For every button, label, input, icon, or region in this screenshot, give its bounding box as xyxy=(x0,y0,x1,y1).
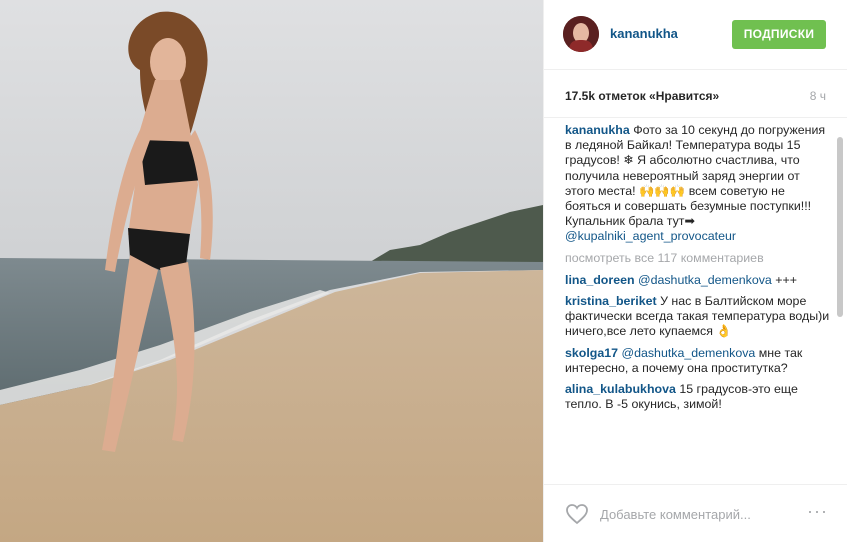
comment-item: kristina_beriket У нас в Балтийском море… xyxy=(565,294,830,340)
post-footer: Добавьте комментарий... ··· xyxy=(544,484,847,542)
likes-count[interactable]: 17.5k отметок «Нравится» xyxy=(565,89,719,103)
comments-scrollbar[interactable] xyxy=(837,123,843,481)
comment-item: lina_doreen @dashutka_demenkova +++ xyxy=(565,273,830,288)
comment-username[interactable]: lina_doreen xyxy=(565,273,635,287)
comment-mention[interactable]: @dashutka_demenkova xyxy=(638,273,772,287)
caption-emoji: 🙌🙌🙌 xyxy=(638,183,686,198)
post-photo[interactable] xyxy=(0,0,543,542)
avatar-image xyxy=(563,16,599,52)
comment-text: +++ xyxy=(771,272,797,287)
post-caption: kananukha Фото за 10 секунд до погружени… xyxy=(565,123,830,245)
avatar[interactable] xyxy=(563,16,599,52)
caption-username[interactable]: kananukha xyxy=(565,123,630,137)
comment-mention[interactable]: @dashutka_demenkova xyxy=(622,346,756,360)
more-icon[interactable]: ··· xyxy=(807,501,828,522)
comment-username[interactable]: kristina_beriket xyxy=(565,294,657,308)
follow-button[interactable]: ПОДПИСКИ xyxy=(732,20,826,49)
caption-mention[interactable]: @kupalniki_agent_provocateur xyxy=(565,229,736,243)
comment-username[interactable]: alina_kulabukhova xyxy=(565,382,676,396)
post-author-username[interactable]: kananukha xyxy=(610,26,678,41)
comment-item: skolga17 @dashutka_demenkova мне так инт… xyxy=(565,346,830,376)
heart-icon[interactable] xyxy=(565,503,589,525)
post-header: kananukha ПОДПИСКИ xyxy=(544,0,847,70)
view-all-comments-link[interactable]: посмотреть все 117 комментариев xyxy=(565,251,830,266)
scrollbar-thumb[interactable] xyxy=(837,137,843,317)
beach-photo-image xyxy=(0,0,543,542)
comment-item: alina_kulabukhova 15 градусов-это еще те… xyxy=(565,382,830,412)
post-details-panel: kananukha ПОДПИСКИ 17.5k отметок «Нравит… xyxy=(543,0,847,542)
comment-username[interactable]: skolga17 xyxy=(565,346,618,360)
comment-input[interactable]: Добавьте комментарий... xyxy=(600,507,751,522)
likes-row: 17.5k отметок «Нравится» 8 ч xyxy=(544,70,847,118)
post-time: 8 ч xyxy=(809,89,826,103)
comments-list: kananukha Фото за 10 секунд до погружени… xyxy=(565,123,830,481)
